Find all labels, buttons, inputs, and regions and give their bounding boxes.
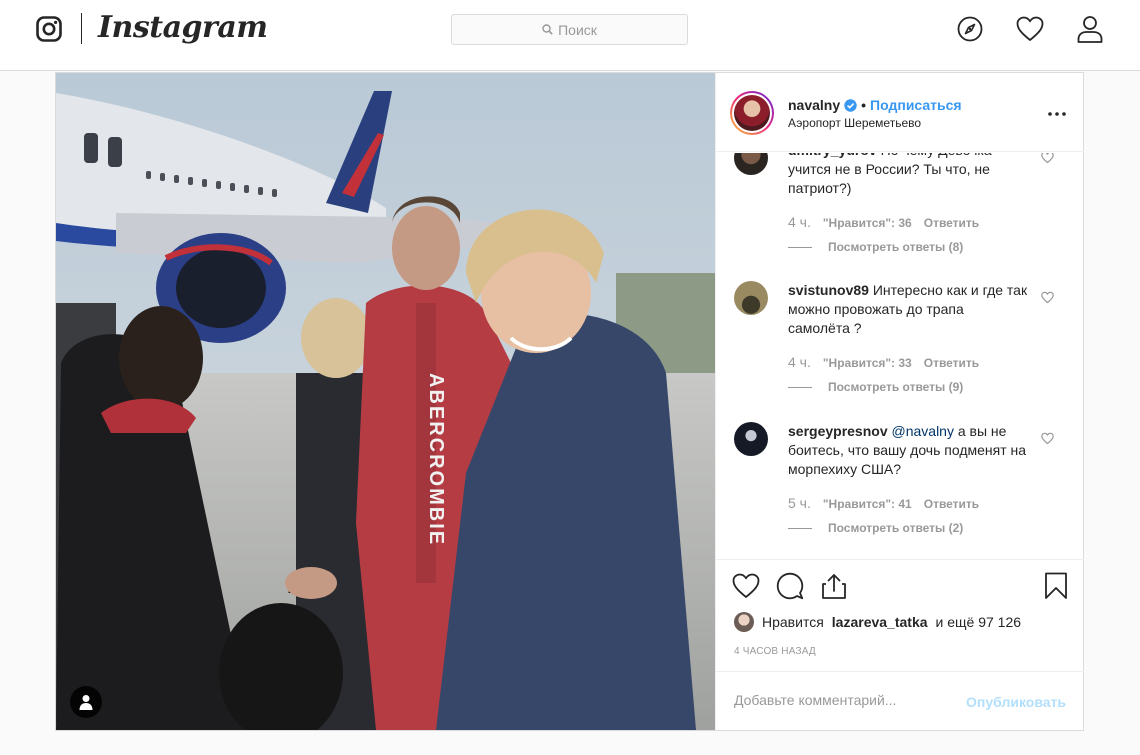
view-replies-button[interactable]: Посмотреть ответы (9) bbox=[788, 380, 963, 394]
owner-username[interactable]: navalny bbox=[788, 97, 840, 113]
view-replies-button[interactable]: Посмотреть ответы (8) bbox=[788, 240, 963, 254]
comment-icon[interactable] bbox=[776, 572, 804, 600]
comment-time[interactable]: 4 ч. bbox=[788, 214, 811, 230]
owner-line: navalny • Подписаться bbox=[788, 97, 962, 113]
comment-avatar[interactable] bbox=[734, 422, 768, 456]
view-replies-button[interactable]: Посмотреть ответы (2) bbox=[788, 521, 963, 535]
search-icon bbox=[542, 24, 553, 35]
likes-prefix: Нравится bbox=[762, 614, 824, 630]
search-placeholder: Поиск bbox=[558, 21, 597, 38]
post-timestamp[interactable]: 4 ЧАСОВ НАЗАД bbox=[734, 646, 816, 657]
comment-time[interactable]: 4 ч. bbox=[788, 354, 811, 370]
comment-likes[interactable]: "Нравится": 33 bbox=[823, 356, 912, 370]
comment-username[interactable]: sergeypresnov bbox=[788, 423, 888, 439]
likes-count[interactable]: и ещё 97 126 bbox=[936, 614, 1022, 630]
liker-avatar[interactable] bbox=[734, 612, 754, 632]
nav-divider bbox=[81, 13, 82, 44]
comment-meta: 4 ч. "Нравится": 33 Ответить bbox=[788, 354, 979, 370]
comment-text: dmitry_yurov По чему Девочка учится не в… bbox=[788, 153, 1028, 198]
post-actions: Нравится lazareva_tatka и ещё 97 126 4 Ч… bbox=[716, 559, 1084, 730]
follow-button[interactable]: Подписаться bbox=[870, 97, 962, 113]
post-location[interactable]: Аэропорт Шереметьево bbox=[788, 116, 921, 130]
instagram-wordmark[interactable]: Instagram bbox=[98, 10, 268, 45]
comment-item: sergeypresnov @navalny а вы не боитесь, … bbox=[716, 422, 1084, 559]
more-options-button[interactable] bbox=[1048, 103, 1066, 121]
comment-time[interactable]: 5 ч. bbox=[788, 495, 811, 511]
top-nav: Instagram Поиск bbox=[0, 0, 1140, 71]
comment-like-icon[interactable] bbox=[1041, 291, 1054, 304]
replies-line bbox=[788, 386, 812, 388]
comment-text: sergeypresnov @navalny а вы не боитесь, … bbox=[788, 422, 1028, 479]
more-icon bbox=[1048, 112, 1066, 116]
publish-button[interactable]: Опубликовать bbox=[966, 694, 1066, 710]
liker-username[interactable]: lazareva_tatka bbox=[832, 614, 928, 630]
tagged-users-button[interactable] bbox=[70, 686, 102, 718]
comment-item: dmitry_yurov По чему Девочка учится не в… bbox=[716, 153, 1084, 281]
replies-line bbox=[788, 527, 812, 529]
comment-meta: 4 ч. "Нравится": 36 Ответить bbox=[788, 214, 979, 230]
view-replies-label: Посмотреть ответы (2) bbox=[828, 521, 964, 535]
comment-item: svistunov89 Интересно как и где так можн… bbox=[716, 281, 1084, 421]
view-replies-label: Посмотреть ответы (8) bbox=[828, 240, 964, 254]
post-header: navalny • Подписаться Аэропорт Шереметье… bbox=[716, 73, 1084, 152]
hoodie-text: ABERCROMBIE bbox=[425, 373, 447, 546]
search-input[interactable]: Поиск bbox=[451, 14, 688, 45]
activity-button[interactable] bbox=[1016, 14, 1044, 44]
post-photo[interactable]: ABERCROMBIE bbox=[56, 73, 715, 730]
reply-button[interactable]: Ответить bbox=[924, 356, 979, 370]
comment-like-icon[interactable] bbox=[1041, 432, 1054, 445]
post-card: ABERCROMBIE navalny • Подписаться Аэропо… bbox=[55, 72, 1084, 731]
likes-summary: Нравится lazareva_tatka и ещё 97 126 bbox=[734, 612, 1021, 632]
photo-illustration: ABERCROMBIE bbox=[56, 73, 715, 730]
instagram-logo-icon[interactable] bbox=[36, 16, 62, 42]
comment-content: По чему Девочка учится не в России? Ты ч… bbox=[788, 153, 992, 196]
owner-avatar[interactable] bbox=[730, 91, 774, 135]
person-icon bbox=[79, 695, 93, 710]
compass-icon bbox=[957, 16, 983, 42]
comment-username[interactable]: dmitry_yurov bbox=[788, 153, 877, 158]
bookmark-icon[interactable] bbox=[1042, 572, 1070, 600]
reply-button[interactable]: Ответить bbox=[924, 216, 979, 230]
comments-list[interactable]: dmitry_yurov По чему Девочка учится не в… bbox=[716, 153, 1084, 559]
separator-dot: • bbox=[861, 97, 867, 113]
post-sidebar: navalny • Подписаться Аэропорт Шереметье… bbox=[715, 73, 1084, 730]
comment-avatar[interactable] bbox=[734, 153, 768, 175]
profile-button[interactable] bbox=[1076, 14, 1104, 44]
comment-likes[interactable]: "Нравится": 41 bbox=[823, 497, 912, 511]
comment-mention[interactable]: @navalny bbox=[892, 423, 954, 439]
comment-like-icon[interactable] bbox=[1041, 153, 1054, 164]
reply-button[interactable]: Ответить bbox=[924, 497, 979, 511]
comment-username[interactable]: svistunov89 bbox=[788, 282, 869, 298]
share-icon[interactable] bbox=[820, 572, 848, 600]
add-comment-bar: Опубликовать bbox=[716, 671, 1084, 731]
heart-icon bbox=[1016, 16, 1044, 41]
comment-avatar[interactable] bbox=[734, 281, 768, 315]
profile-icon bbox=[1077, 16, 1103, 43]
verified-badge-icon bbox=[844, 98, 857, 112]
view-replies-label: Посмотреть ответы (9) bbox=[828, 380, 964, 394]
comment-meta: 5 ч. "Нравится": 41 Ответить bbox=[788, 495, 979, 511]
replies-line bbox=[788, 246, 812, 248]
comment-likes[interactable]: "Нравится": 36 bbox=[823, 216, 912, 230]
like-icon[interactable] bbox=[732, 572, 760, 600]
avatar-image bbox=[734, 95, 770, 131]
comment-text: svistunov89 Интересно как и где так можн… bbox=[788, 281, 1028, 338]
comment-input[interactable] bbox=[734, 692, 954, 708]
explore-button[interactable] bbox=[956, 14, 984, 44]
